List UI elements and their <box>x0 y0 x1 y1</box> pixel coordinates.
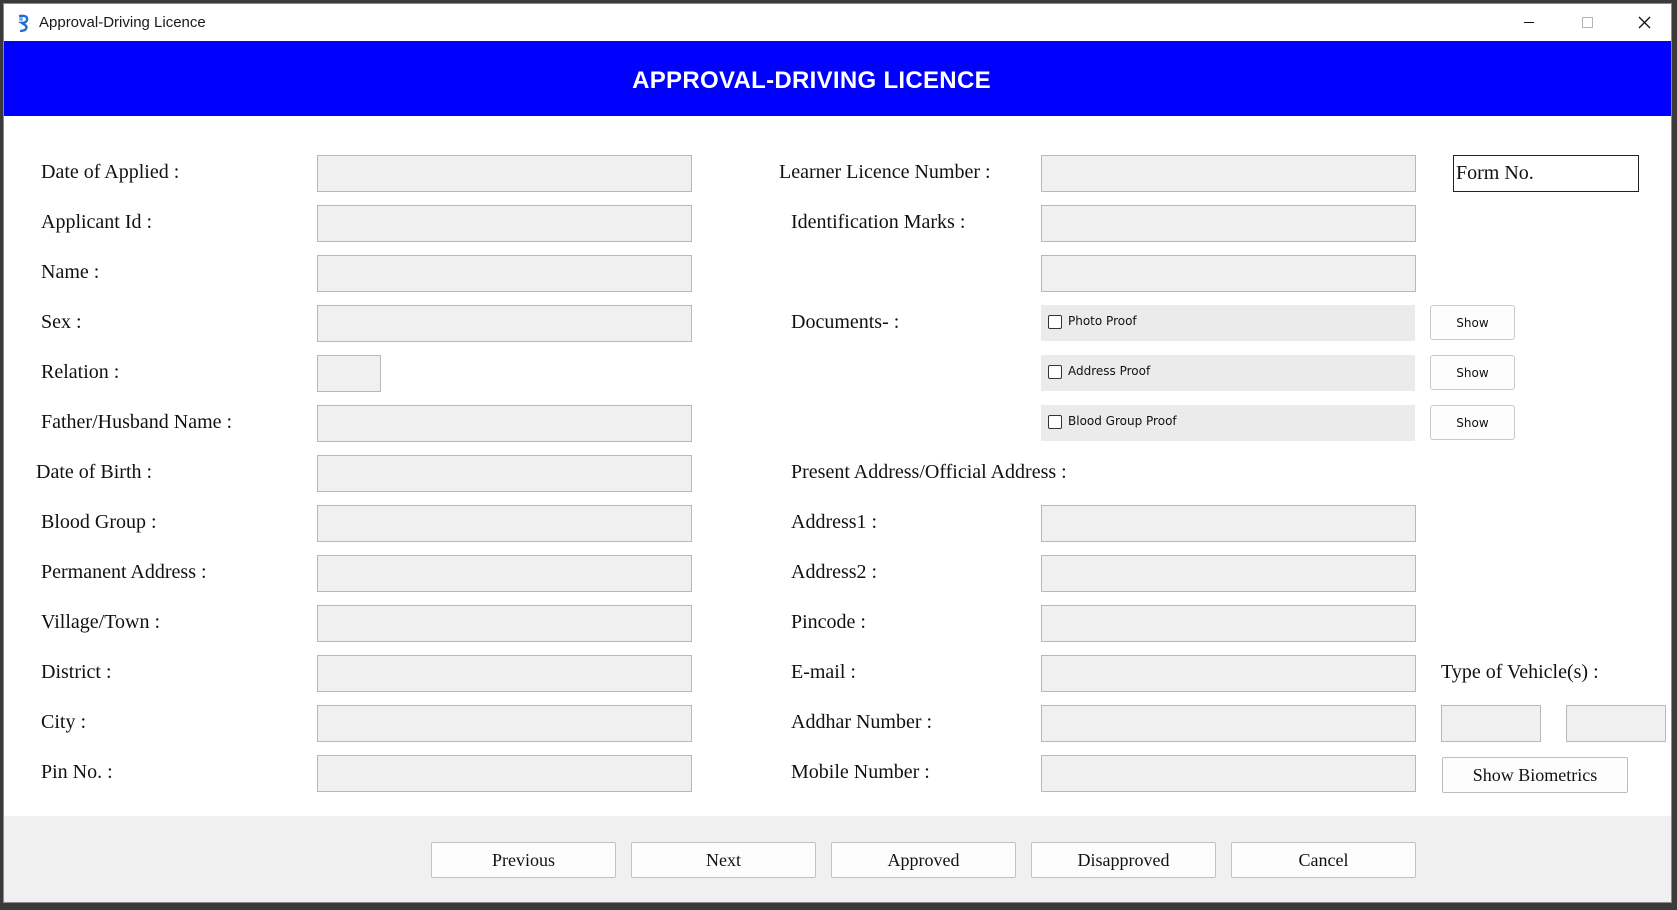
banner-title: APPROVAL-DRIVING LICENCE <box>632 67 991 94</box>
permanent-address-label: Permanent Address : <box>41 561 207 583</box>
city-field[interactable] <box>317 705 692 742</box>
form-no-box: Form No. <box>1453 155 1639 192</box>
pincode-label: Pincode : <box>791 611 866 633</box>
close-button[interactable] <box>1616 4 1671 41</box>
close-icon <box>1638 16 1651 29</box>
show-photo-proof-button[interactable]: Show <box>1430 305 1515 340</box>
sex-label: Sex : <box>41 311 82 333</box>
vehicle-type-field-1[interactable] <box>1441 705 1541 742</box>
date-of-birth-label: Date of Birth : <box>36 461 153 483</box>
learner-licence-number-field[interactable] <box>1041 155 1416 192</box>
identification-marks-label: Identification Marks : <box>791 211 966 233</box>
address2-label: Address2 : <box>791 561 878 583</box>
window-title: Approval-Driving Licence <box>39 14 206 31</box>
minimize-icon <box>1524 22 1534 23</box>
identification-marks-field-2[interactable] <box>1041 255 1416 292</box>
title-bar: Approval-Driving Licence <box>4 4 1671 41</box>
vehicle-type-field-2[interactable] <box>1566 705 1666 742</box>
address1-field[interactable] <box>1041 505 1416 542</box>
district-label: District : <box>41 661 112 683</box>
relation-field[interactable] <box>317 355 381 392</box>
village-town-field[interactable] <box>317 605 692 642</box>
relation-label: Relation : <box>41 361 120 383</box>
identification-marks-field-1[interactable] <box>1041 205 1416 242</box>
minimize-button[interactable] <box>1500 4 1558 41</box>
address2-field[interactable] <box>1041 555 1416 592</box>
date-applied-field[interactable] <box>317 155 692 192</box>
form-area: Date of Applied : Applicant Id : Name : … <box>4 116 1671 816</box>
applicant-id-field[interactable] <box>317 205 692 242</box>
previous-button[interactable]: Previous <box>431 842 616 878</box>
approved-button[interactable]: Approved <box>831 842 1016 878</box>
photo-proof-checkbox[interactable] <box>1048 315 1062 329</box>
pin-no-field[interactable] <box>317 755 692 792</box>
date-applied-label: Date of Applied : <box>41 161 180 183</box>
address-proof-checkbox[interactable] <box>1048 365 1062 379</box>
blood-group-proof-row: Blood Group Proof <box>1041 405 1415 441</box>
permanent-address-field[interactable] <box>317 555 692 592</box>
address1-label: Address1 : <box>791 511 878 533</box>
vehicle-type-label: Type of Vehicle(s) : <box>1441 661 1599 683</box>
form-no-label: Form No. <box>1456 162 1534 184</box>
sex-field[interactable] <box>317 305 692 342</box>
address-proof-row: Address Proof <box>1041 355 1415 391</box>
blood-group-field[interactable] <box>317 505 692 542</box>
cancel-button[interactable]: Cancel <box>1231 842 1416 878</box>
photo-proof-label: Photo Proof <box>1068 314 1137 328</box>
pin-no-label: Pin No. : <box>41 761 113 783</box>
app-icon <box>18 14 29 32</box>
show-address-proof-button[interactable]: Show <box>1430 355 1515 390</box>
email-label: E-mail : <box>791 661 856 683</box>
learner-licence-number-label: Learner Licence Number : <box>779 161 991 183</box>
present-address-heading: Present Address/Official Address : <box>791 461 1067 483</box>
photo-proof-row: Photo Proof <box>1041 305 1415 341</box>
name-label: Name : <box>41 261 100 283</box>
city-label: City : <box>41 711 87 733</box>
blood-group-proof-checkbox[interactable] <box>1048 415 1062 429</box>
mobile-number-field[interactable] <box>1041 755 1416 792</box>
app-window: Approval-Driving Licence APPROVAL-DRIVIN… <box>3 3 1672 903</box>
documents-label: Documents- : <box>791 311 900 333</box>
maximize-icon <box>1582 17 1593 28</box>
address-proof-label: Address Proof <box>1068 364 1151 378</box>
header-banner: APPROVAL-DRIVING LICENCE <box>4 41 1671 116</box>
aadhar-number-label: Addhar Number : <box>791 711 933 733</box>
show-blood-group-proof-button[interactable]: Show <box>1430 405 1515 440</box>
village-town-label: Village/Town : <box>41 611 161 633</box>
mobile-number-label: Mobile Number : <box>791 761 930 783</box>
aadhar-number-field[interactable] <box>1041 705 1416 742</box>
father-husband-name-field[interactable] <box>317 405 692 442</box>
applicant-id-label: Applicant Id : <box>41 211 153 233</box>
next-button[interactable]: Next <box>631 842 816 878</box>
email-field[interactable] <box>1041 655 1416 692</box>
district-field[interactable] <box>317 655 692 692</box>
maximize-button[interactable] <box>1558 4 1616 41</box>
father-husband-name-label: Father/Husband Name : <box>41 411 233 433</box>
name-field[interactable] <box>317 255 692 292</box>
bottom-button-bar: Previous Next Approved Disapproved Cance… <box>4 816 1671 902</box>
blood-group-proof-label: Blood Group Proof <box>1068 414 1177 428</box>
blood-group-label: Blood Group : <box>41 511 157 533</box>
disapproved-button[interactable]: Disapproved <box>1031 842 1216 878</box>
pincode-field[interactable] <box>1041 605 1416 642</box>
date-of-birth-field[interactable] <box>317 455 692 492</box>
show-biometrics-button[interactable]: Show Biometrics <box>1442 757 1628 793</box>
